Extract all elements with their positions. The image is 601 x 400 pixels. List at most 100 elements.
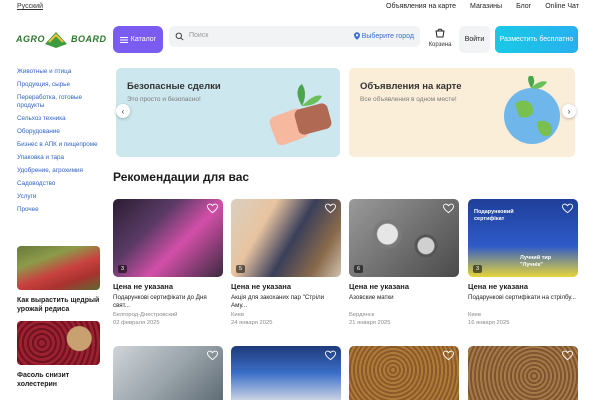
catalog-label: Каталог — [130, 36, 157, 43]
listing-date: 24 января 2025 — [231, 320, 273, 326]
carousel-next-arrow-icon[interactable]: › — [562, 104, 576, 118]
banner-title: Безопасные сделки — [127, 81, 221, 92]
article-card[interactable]: Как вырастить щедрый урожай редиса — [17, 246, 100, 314]
listing-card[interactable] — [349, 346, 459, 400]
favorite-heart-icon[interactable] — [562, 203, 573, 214]
recommendations-title: Рекомендации для вас — [113, 170, 250, 184]
listing-title[interactable]: Азовские матки — [349, 294, 459, 310]
listing-date: 16 января 2025 — [468, 320, 510, 326]
photo-count-badge: 3 — [118, 265, 128, 273]
listing-city: Киев — [468, 312, 481, 318]
sidebar-item-services[interactable]: Услуги — [17, 193, 105, 201]
banner-title: Объявления на карте — [360, 81, 462, 92]
listing-title[interactable]: Подарункові сертифікати до Дня свят... — [113, 294, 223, 310]
article-card[interactable]: Фасоль снизит холестерин — [17, 321, 100, 389]
sidebar-item-processing[interactable]: Переработка, готовые продукты — [17, 94, 105, 110]
listing-card[interactable] — [113, 346, 223, 400]
catalog-button[interactable]: Каталог — [113, 26, 163, 53]
favorite-heart-icon[interactable] — [207, 350, 218, 361]
listing-photo[interactable]: 6 — [349, 199, 459, 277]
city-selector[interactable]: Выберите город — [353, 32, 414, 40]
category-sidebar: Животные и птица Продукция, сырье Перера… — [17, 68, 105, 219]
favorite-heart-icon[interactable] — [562, 350, 573, 361]
sidebar-item-animals[interactable]: Животные и птица — [17, 68, 105, 76]
shooting-range-overlay-text: Лучний тир "Лучнік" — [520, 255, 552, 268]
top-bar: Русский Объявления на карте Магазины Бло… — [0, 0, 601, 14]
listing-title[interactable]: Подарункові сертифікати на стрілбу... — [468, 294, 578, 310]
sidebar-item-products[interactable]: Продукция, сырье — [17, 81, 105, 89]
top-link-blog[interactable]: Блог — [516, 3, 531, 10]
top-link-map[interactable]: Объявления на карте — [386, 3, 456, 10]
cart-icon — [435, 28, 445, 38]
listing-photo[interactable]: 5 — [231, 199, 341, 277]
listing-price: Цена не указана — [113, 282, 173, 291]
top-link-chat[interactable]: Online Чат — [545, 3, 579, 10]
listing-price: Цена не указана — [231, 282, 291, 291]
top-links: Объявления на карте Магазины Блог Online… — [386, 3, 579, 10]
listing-price: Цена не указана — [468, 282, 528, 291]
article-caption: Фасоль снизит холестерин — [17, 372, 70, 388]
article-image-radish — [17, 246, 100, 290]
photo-count-badge: 6 — [354, 265, 364, 273]
listing-photo[interactable] — [113, 346, 223, 400]
logo-leaf-icon — [45, 32, 67, 48]
banner-map-ads[interactable]: Объявления на карте Все объявления в одн… — [349, 68, 575, 157]
listing-city: Белгород-Днестровский — [113, 312, 178, 318]
certificate-overlay-text: Подарунковий сертифікат — [474, 209, 514, 222]
search-input[interactable]: Поиск — [189, 32, 208, 39]
listing-card[interactable] — [231, 346, 341, 400]
sidebar-item-packaging[interactable]: Упаковка и тара — [17, 154, 105, 162]
search-bar[interactable]: Поиск Выберите город — [169, 26, 420, 47]
globe-illustration-icon — [504, 76, 560, 144]
photo-count-badge: 3 — [473, 265, 483, 273]
language-selector[interactable]: Русский — [17, 3, 43, 10]
listing-photo[interactable] — [468, 346, 578, 400]
city-label: Выберите город — [361, 32, 414, 40]
listing-card[interactable]: 3 Цена не указана Подарункові сертифікат… — [113, 199, 223, 326]
search-icon — [175, 32, 184, 41]
top-link-shops[interactable]: Магазины — [470, 3, 502, 10]
login-button[interactable]: Войти — [459, 26, 490, 53]
menu-icon — [119, 36, 128, 43]
listing-city: Бердянск — [349, 312, 375, 318]
listing-price: Цена не указана — [349, 282, 409, 291]
handshake-illustration-icon — [269, 84, 332, 146]
article-caption: Как вырастить щедрый урожай редиса — [17, 297, 100, 313]
cart-button[interactable]: Корзина — [426, 28, 454, 48]
favorite-heart-icon[interactable] — [443, 203, 454, 214]
sidebar-item-machinery[interactable]: Сельхоз техника — [17, 115, 105, 123]
favorite-heart-icon[interactable] — [325, 203, 336, 214]
banner-subtitle: Все объявления в одном месте! — [360, 96, 457, 103]
site-logo[interactable]: AGRO BOARD — [16, 28, 107, 50]
sidebar-item-equipment[interactable]: Оборудование — [17, 128, 105, 136]
location-pin-icon — [353, 32, 360, 40]
sidebar-item-other[interactable]: Прочее — [17, 206, 105, 214]
banner-subtitle: Это просто и безопасно! — [127, 96, 201, 103]
sidebar-item-gardening[interactable]: Садоводство — [17, 180, 105, 188]
listing-city: Киев — [231, 312, 244, 318]
carousel-prev-arrow-icon[interactable]: ‹ — [116, 104, 130, 118]
listing-photo[interactable]: 3 — [113, 199, 223, 277]
banner-safe-deals[interactable]: Безопасные сделки Это просто и безопасно… — [116, 68, 340, 157]
listing-photo[interactable] — [349, 346, 459, 400]
post-ad-button[interactable]: Разместить бесплатно — [495, 26, 578, 53]
listing-card[interactable]: 6 Цена не указана Азовские матки Бердянс… — [349, 199, 459, 326]
listing-date: 02 февраля 2025 — [113, 320, 160, 326]
photo-count-badge: 5 — [236, 265, 246, 273]
favorite-heart-icon[interactable] — [443, 350, 454, 361]
listing-card[interactable]: 5 Цена не указана Акція для закоханих па… — [231, 199, 341, 326]
listing-photo[interactable] — [231, 346, 341, 400]
listing-card[interactable]: Подарунковий сертифікат Лучний тир "Лучн… — [468, 199, 578, 326]
sidebar-item-business[interactable]: Бизнес в АПК и пищепроме — [17, 141, 105, 149]
cart-label: Корзина — [428, 42, 452, 48]
favorite-heart-icon[interactable] — [207, 203, 218, 214]
listing-date: 21 января 2025 — [349, 320, 391, 326]
sidebar-item-fertilizer[interactable]: Удобрение, агрохимия — [17, 167, 105, 175]
favorite-heart-icon[interactable] — [325, 350, 336, 361]
listing-photo[interactable]: Подарунковий сертифікат Лучний тир "Лучн… — [468, 199, 578, 277]
article-image-beans — [17, 321, 100, 365]
listing-title[interactable]: Акція для закоханих пар "Стріли Аму... — [231, 294, 341, 310]
logo-text-agro: AGRO — [16, 34, 45, 44]
listing-card[interactable] — [468, 346, 578, 400]
logo-text-board: BOARD — [71, 34, 107, 44]
